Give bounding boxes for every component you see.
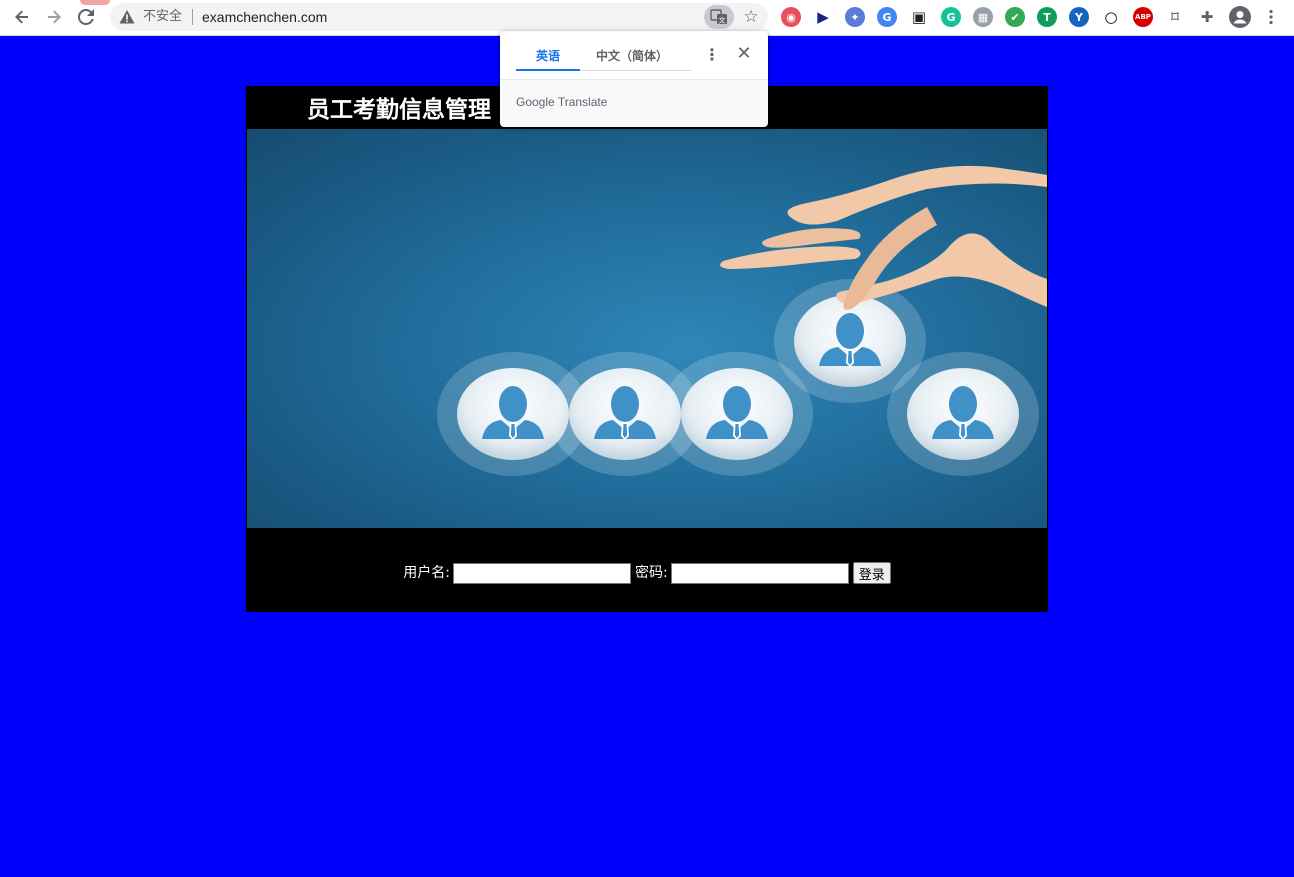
- t-extension-icon[interactable]: T: [1037, 7, 1057, 27]
- cursor-extension-icon[interactable]: ▶: [813, 7, 833, 27]
- omnibox-divider: [192, 9, 193, 25]
- translate-tab-indicator: [516, 69, 580, 71]
- username-label: 用户名:: [403, 565, 450, 581]
- translate-page-icon[interactable]: 文: [704, 5, 734, 29]
- forward-icon[interactable]: [41, 5, 67, 29]
- password-input[interactable]: [670, 562, 849, 584]
- profile-avatar-icon[interactable]: [1229, 6, 1251, 28]
- page-title: 员工考勤信息管理: [307, 97, 491, 123]
- close-icon[interactable]: ✕: [734, 44, 754, 64]
- translate-popup: 英语 中文（简体） ⋮ ✕ Google Translate: [500, 31, 768, 127]
- tabs-extension-icon[interactable]: ▦: [973, 7, 993, 27]
- hand-illustration: [720, 165, 1047, 310]
- google-translate-extension-icon[interactable]: G: [877, 7, 897, 27]
- browser-menu-icon[interactable]: [1259, 5, 1283, 29]
- back-icon[interactable]: [9, 5, 35, 29]
- reload-icon[interactable]: [73, 5, 99, 29]
- check-shield-extension-icon[interactable]: ✔: [1005, 7, 1025, 27]
- grammarly-extension-icon[interactable]: G: [941, 7, 961, 27]
- translate-tab-source[interactable]: 英语: [516, 47, 580, 67]
- url-text[interactable]: examchenchen.com: [202, 8, 327, 26]
- translate-tab-target[interactable]: 中文（简体）: [588, 47, 676, 67]
- bird-extension-icon[interactable]: ✦: [845, 7, 865, 27]
- shield-extension-icon[interactable]: ◉: [781, 7, 801, 27]
- google-translate-brand: Google Translate: [516, 95, 608, 109]
- puzzle-extensions-icon[interactable]: ✚: [1197, 7, 1217, 27]
- password-label: 密码:: [634, 565, 668, 581]
- login-form: 用户名: 密码: 登录: [246, 561, 1048, 585]
- bookmark-extension-icon[interactable]: ⌑: [1165, 7, 1185, 27]
- circle-extension-icon[interactable]: ○: [1101, 7, 1121, 27]
- banner-image: [247, 129, 1047, 528]
- warning-icon: [119, 9, 135, 25]
- more-options-icon[interactable]: ⋮: [704, 45, 720, 65]
- employee-selection-illustration: [437, 165, 1047, 476]
- username-input[interactable]: [452, 562, 631, 584]
- adblock-plus-extension-icon[interactable]: ABP: [1133, 7, 1153, 27]
- translate-popup-footer: Google Translate: [500, 79, 768, 127]
- address-bar[interactable]: 不安全 examchenchen.com 文 ☆: [110, 3, 768, 31]
- security-status-label[interactable]: 不安全: [143, 9, 182, 25]
- picture-in-picture-extension-icon[interactable]: ▣: [909, 7, 929, 27]
- login-button[interactable]: 登录: [852, 562, 891, 584]
- svg-text:文: 文: [719, 16, 726, 25]
- bookmark-star-icon[interactable]: ☆: [740, 6, 762, 28]
- login-container: 员工考勤信息管理 用户名: 密码: 登录: [246, 86, 1048, 612]
- y-extension-icon[interactable]: Y: [1069, 7, 1089, 27]
